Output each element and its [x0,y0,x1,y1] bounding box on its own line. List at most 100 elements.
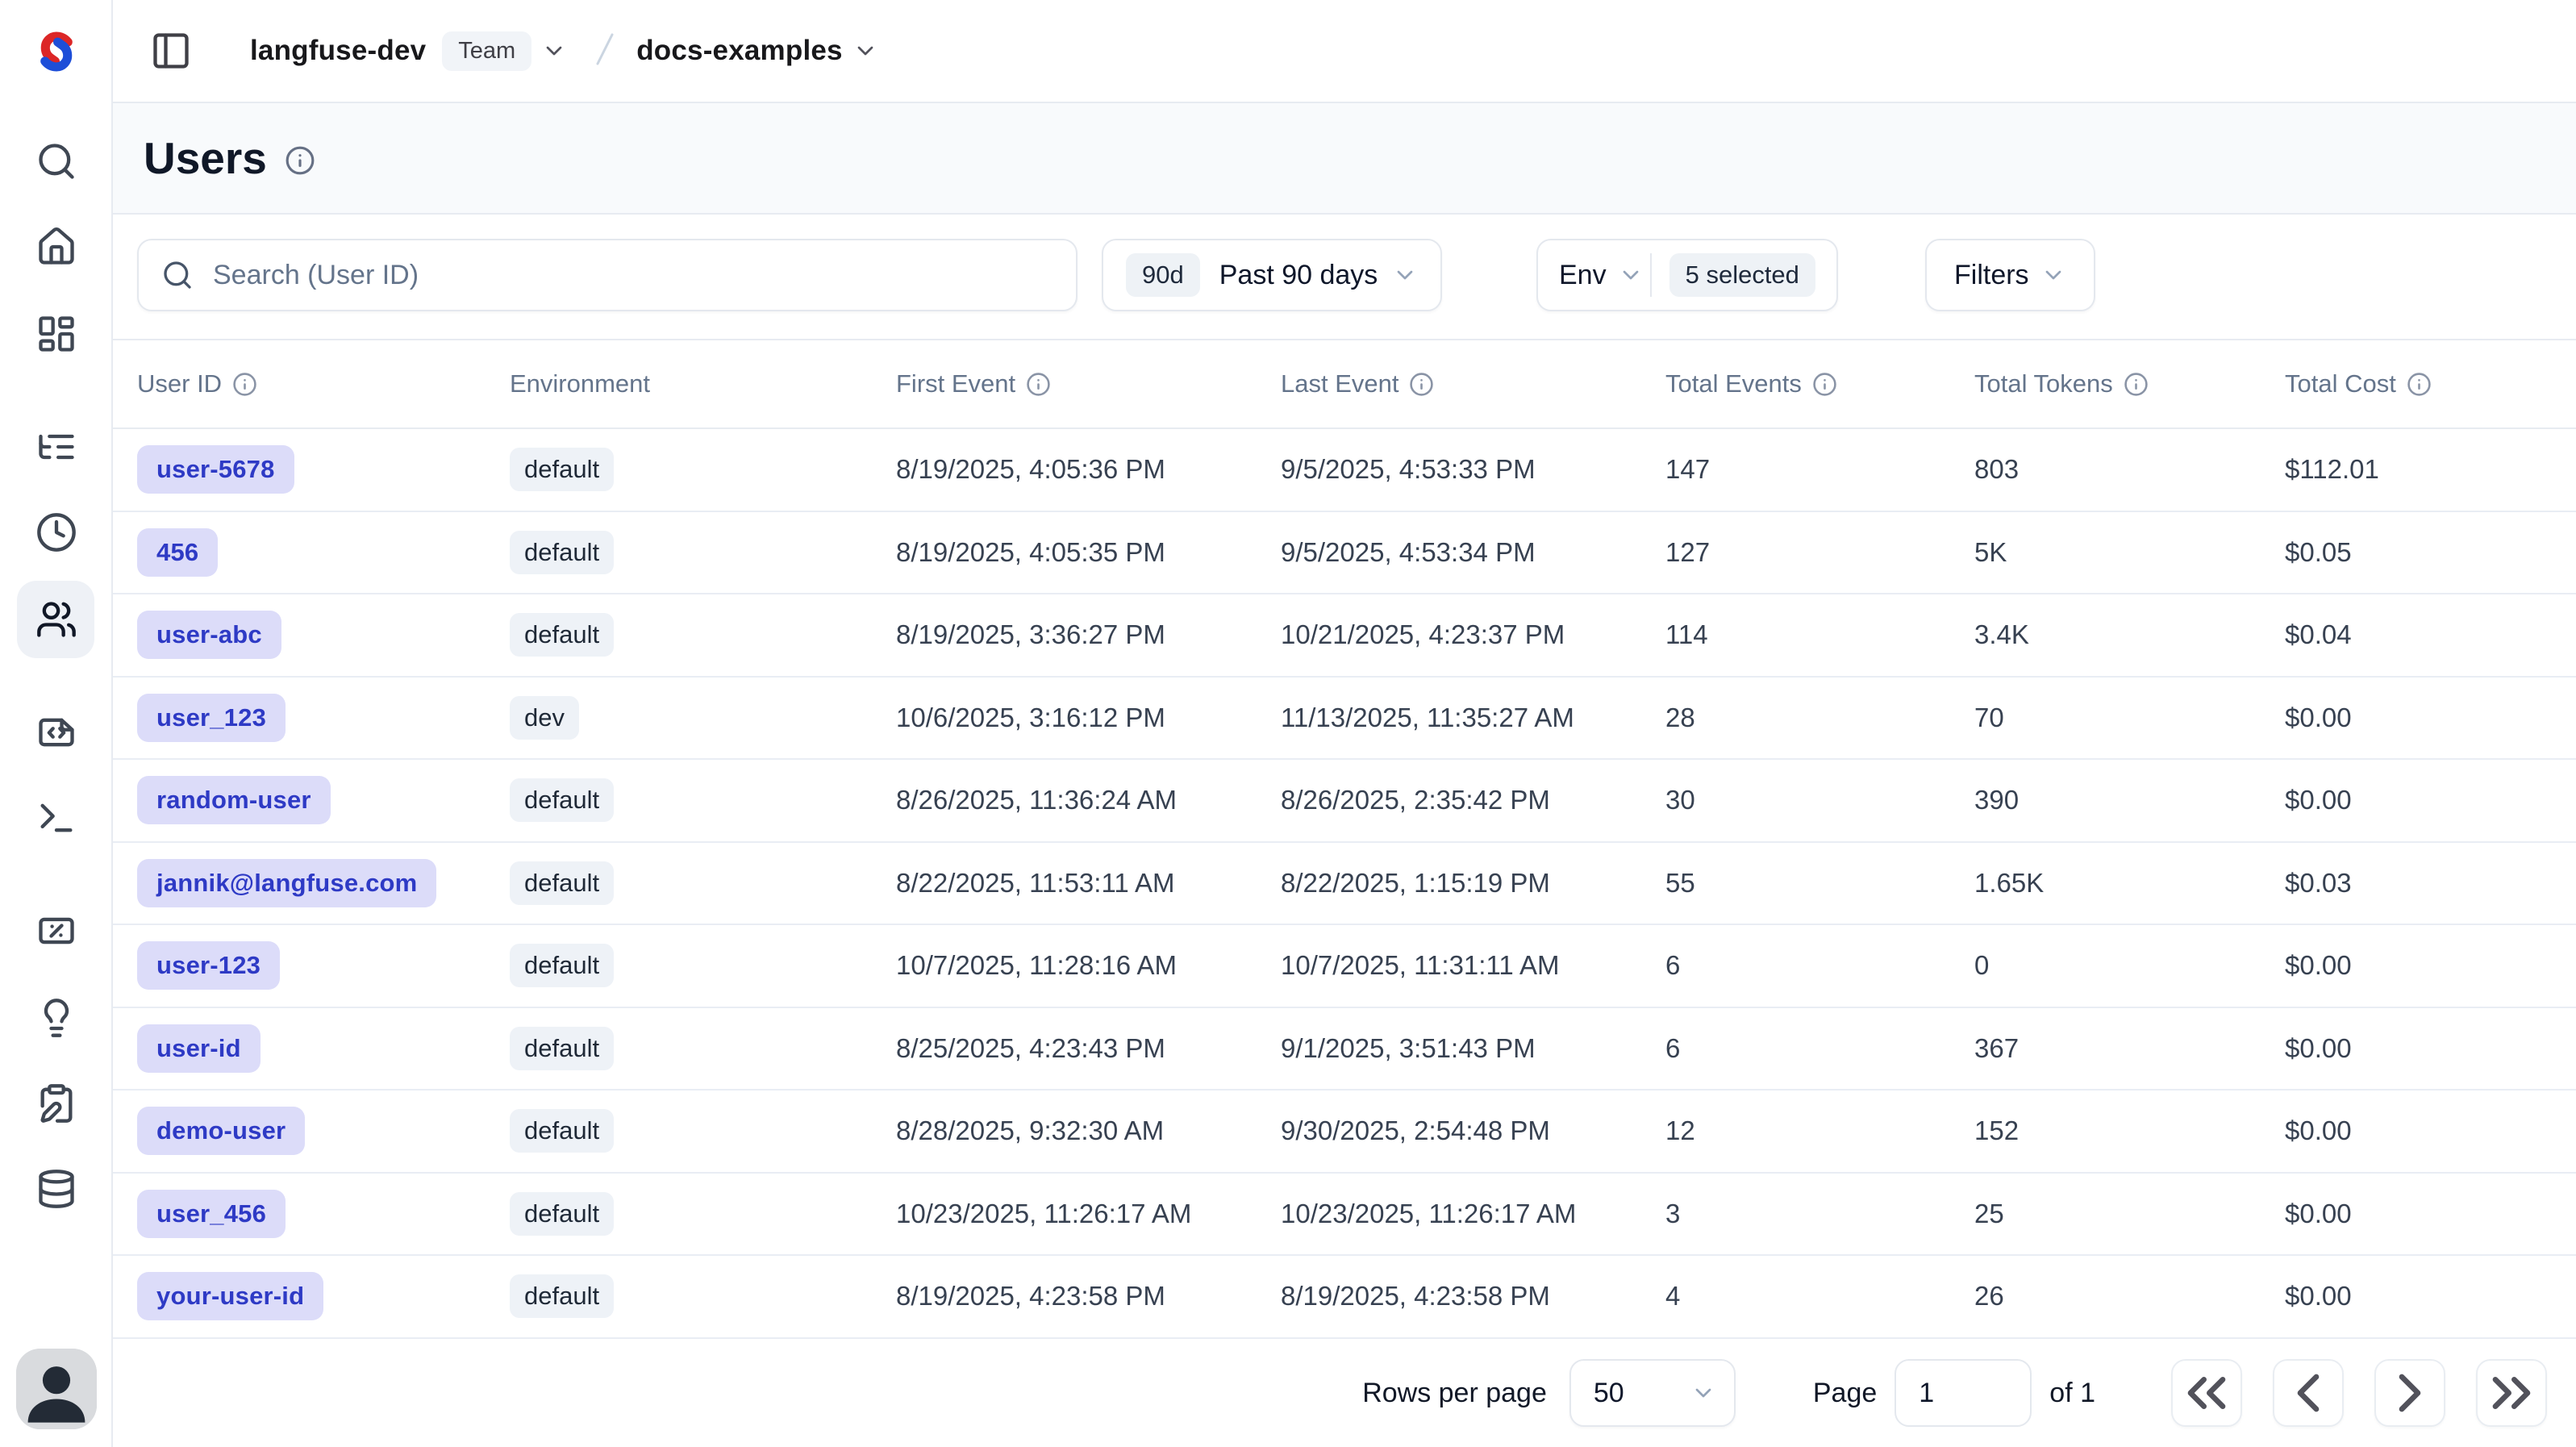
column-header-total-tokens[interactable]: Total Tokens [1974,369,2285,398]
clock-icon [35,511,77,553]
org-switcher-chevron-icon[interactable] [541,38,567,64]
sidebar-item-tracing[interactable] [35,426,77,468]
column-header-total-cost[interactable]: Total Cost [2285,369,2544,398]
environment-badge: default [510,1027,614,1070]
first-event-cell: 8/19/2025, 3:36:27 PM [896,619,1165,649]
first-event-cell: 10/6/2025, 3:16:12 PM [896,703,1165,732]
org-plan-badge: Team [442,31,531,71]
column-header-total-events[interactable]: Total Events [1665,369,1974,398]
environment-badge: default [510,778,614,822]
column-header-user-id[interactable]: User ID [137,369,510,398]
search-box[interactable] [137,239,1078,311]
chevron-down-icon [1618,262,1644,288]
page-number-input[interactable] [1894,1359,2032,1427]
user-id-badge[interactable]: user-id [137,1024,261,1073]
home-icon [35,226,77,268]
table-header-row: User IDEnvironmentFirst EventLast Event T… [113,339,2576,429]
search-input[interactable] [213,260,1053,291]
user-id-badge[interactable]: your-user-id [137,1272,323,1320]
user-id-badge[interactable]: user-5678 [137,445,294,494]
user-id-badge[interactable]: user-123 [137,941,280,990]
table-row: demo-userdefault8/28/2025, 9:32:30 AM9/3… [113,1090,2576,1174]
filter-toolbar: 90d Past 90 days Env 5 selected Filters [113,215,2576,339]
user-id-badge[interactable]: demo-user [137,1107,305,1155]
users-icon [35,598,77,640]
chevron-left-icon [2274,1361,2342,1425]
last-event-cell: 10/21/2025, 4:23:37 PM [1281,619,1565,649]
sidebar-item-home[interactable] [35,226,77,268]
org-name[interactable]: langfuse-dev [250,35,426,67]
filters-label: Filters [1954,260,2029,291]
page-title-info-icon[interactable] [285,145,315,176]
user-id-badge[interactable]: user_123 [137,694,286,742]
chevron-down-icon [1618,262,1644,288]
clipboard-pen-icon [35,1082,77,1124]
column-header-environment[interactable]: Environment [510,369,896,398]
previous-page-button[interactable] [2273,1359,2344,1427]
user-id-badge[interactable]: user-abc [137,611,281,659]
first-event-cell: 8/19/2025, 4:23:58 PM [896,1281,1165,1311]
sidebar-toggle-button[interactable] [150,30,192,72]
total-tokens-cell: 26 [1974,1281,2004,1311]
total-events-cell: 28 [1665,703,1695,732]
chevron-down-icon [541,38,567,64]
user-id-badge[interactable]: 456 [137,528,218,577]
column-header-label: Last Event [1281,369,1398,398]
chevron-down-icon [1392,262,1418,288]
user-id-badge[interactable]: random-user [137,776,331,824]
sidebar-item-users[interactable] [35,598,77,640]
sidebar-item-sessions[interactable] [35,511,77,553]
chevron-down-icon [1690,1380,1716,1406]
database-icon [35,1168,77,1210]
total-cost-cell: $0.00 [2285,703,2352,732]
column-header-label: Total Tokens [1974,369,2113,398]
total-cost-cell: $0.00 [2285,1199,2352,1228]
user-id-badge[interactable]: user_456 [137,1190,286,1238]
sidebar-item-annotation[interactable] [35,1082,77,1124]
total-tokens-cell: 367 [1974,1033,2019,1063]
column-header-first-event[interactable]: First Event [896,369,1281,398]
breadcrumb: langfuse-dev Team docs-examples [250,30,878,73]
total-cost-cell: $0.03 [2285,868,2352,898]
total-tokens-cell: 3.4K [1974,619,2029,649]
sidebar-item-evaluation[interactable] [35,910,77,952]
column-header-last-event[interactable]: Last Event [1281,369,1665,398]
sidebar-item-playground[interactable] [35,797,77,839]
user-id-badge[interactable]: jannik@langfuse.com [137,859,436,907]
total-tokens-cell: 803 [1974,454,2019,484]
first-page-button[interactable] [2171,1359,2242,1427]
square-percent-icon [35,910,77,952]
total-events-cell: 127 [1665,537,1710,567]
sidebar-item-prompts[interactable] [35,711,77,753]
rows-per-page-select[interactable]: 50 [1569,1359,1736,1427]
total-cost-cell: $0.04 [2285,619,2352,649]
sidebar-item-datasets[interactable] [35,1168,77,1210]
search-icon [161,259,194,291]
sidebar-item-search[interactable] [35,140,77,182]
total-events-cell: 147 [1665,454,1710,484]
info-icon [232,372,257,397]
next-page-button[interactable] [2374,1359,2445,1427]
first-event-cell: 8/28/2025, 9:32:30 AM [896,1115,1164,1145]
environment-badge: default [510,861,614,905]
environment-badge: default [510,448,614,491]
environment-filter-button[interactable]: Env 5 selected [1536,239,1838,311]
user-avatar[interactable] [16,1349,97,1429]
date-range-button[interactable]: 90d Past 90 days [1102,239,1442,311]
sidebar-item-insights[interactable] [35,997,77,1039]
last-page-button[interactable] [2476,1359,2547,1427]
project-switcher-chevron-icon[interactable] [852,38,878,64]
table-row: user-5678default8/19/2025, 4:05:36 PM9/5… [113,429,2576,512]
table-row: user-abcdefault8/19/2025, 3:36:27 PM10/2… [113,594,2576,678]
sidebar [0,0,113,1447]
langfuse-logo-icon[interactable] [26,21,87,82]
filters-button[interactable]: Filters [1925,239,2095,311]
environment-badge: default [510,531,614,574]
environment-badge: default [510,1192,614,1236]
app-header: langfuse-dev Team docs-examples [113,0,2576,103]
first-event-cell: 8/19/2025, 4:05:35 PM [896,537,1165,567]
sidebar-item-dashboards[interactable] [35,313,77,355]
first-event-cell: 8/19/2025, 4:05:36 PM [896,454,1165,484]
info-icon [2407,372,2432,397]
project-name[interactable]: docs-examples [636,35,843,67]
